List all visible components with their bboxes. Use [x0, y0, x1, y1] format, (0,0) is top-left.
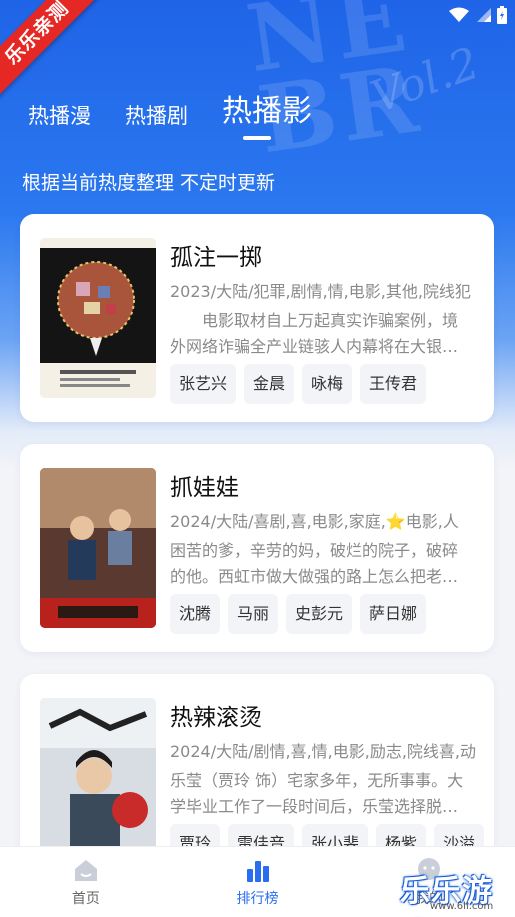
movie-meta: 2023/大陆/犯罪,剧情,情,电影,其他,院线犯: [170, 282, 471, 301]
cast-tags: 张艺兴 金晨 咏梅 王传君: [170, 364, 427, 404]
movie-meta: 2024/大陆/喜剧,喜,电影,家庭,⭐电影,人: [170, 512, 459, 531]
cast-tag[interactable]: 萨日娜: [360, 594, 427, 634]
cast-tag[interactable]: 王传君: [360, 364, 427, 404]
movie-card[interactable]: 孤注一掷 2023/大陆/犯罪,剧情,情,电影,其他,院线犯 电影取材自上万起真…: [20, 214, 494, 422]
nav-home[interactable]: 首页: [0, 847, 172, 917]
tab-hot-series[interactable]: 热播剧: [125, 100, 188, 130]
movie-description: 困苦的爹，辛劳的妈，破烂的院子，破碎 的他。西虹市做大做强的路上怎么把老…: [170, 538, 474, 590]
cast-tag[interactable]: 沈腾: [170, 594, 221, 634]
ranking-subtitle: 根据当前热度整理 不定时更新: [22, 172, 276, 194]
wifi-icon: [449, 7, 469, 22]
movie-description-line: 外网络诈骗全产业链骇人内幕将在大银…: [170, 337, 459, 356]
nav-label: 排行榜: [236, 891, 279, 907]
movie-poster[interactable]: [40, 238, 156, 398]
movie-title[interactable]: 热辣滚烫: [170, 698, 262, 732]
movie-description-line: 乐莹（贾玲 饰）宅家多年，无所事事。大: [170, 771, 464, 790]
signal-icon: [477, 8, 491, 22]
movie-title[interactable]: 抓娃娃: [170, 468, 239, 502]
battery-icon: [497, 6, 507, 24]
cast-tags: 沈腾 马丽 史彭元 萨日娜: [170, 594, 427, 634]
movie-description: 电影取材自上万起真实诈骗案例，境 外网络诈骗全产业链骇人内幕将在大银…: [170, 308, 474, 360]
movie-meta: 2024/大陆/剧情,喜,情,电影,励志,院线喜,动: [170, 742, 477, 761]
movie-description-line: 的他。西虹市做大做强的路上怎么把老…: [170, 567, 459, 586]
cast-tag[interactable]: 咏梅: [302, 364, 353, 404]
movie-title[interactable]: 孤注一掷: [170, 238, 262, 272]
movie-description-line: 困苦的爹，辛劳的妈，破烂的院子，破碎: [170, 541, 459, 560]
nav-ranking[interactable]: 排行榜: [172, 847, 344, 917]
ranking-icon: [246, 861, 269, 882]
status-bar: [449, 6, 507, 24]
cast-tag[interactable]: 马丽: [228, 594, 279, 634]
tab-hot-movies[interactable]: 热播影: [222, 86, 312, 130]
movie-description-line: 学毕业工作了一段时间后，乐莹选择脱…: [170, 797, 459, 816]
active-tab-indicator: [243, 136, 271, 140]
movie-poster[interactable]: [40, 698, 156, 858]
movie-description-line: 电影取材自上万起真实诈骗案例，境: [170, 311, 459, 330]
home-icon: [74, 860, 97, 881]
site-watermark-url: www.6ll.com: [430, 901, 494, 912]
cast-tag[interactable]: 金晨: [244, 364, 295, 404]
cast-tag[interactable]: 史彭元: [286, 594, 353, 634]
movie-description: 乐莹（贾玲 饰）宅家多年，无所事事。大 学毕业工作了一段时间后，乐莹选择脱…: [170, 768, 474, 820]
movie-card[interactable]: 抓娃娃 2024/大陆/喜剧,喜,电影,家庭,⭐电影,人 困苦的爹，辛劳的妈，破…: [20, 444, 494, 652]
category-tabs: 热播漫 热播剧 热播影: [28, 86, 346, 130]
cast-tag[interactable]: 张艺兴: [170, 364, 237, 404]
movie-poster[interactable]: [40, 468, 156, 628]
nav-label: 首页: [71, 891, 100, 907]
tab-hot-anime[interactable]: 热播漫: [28, 100, 91, 130]
